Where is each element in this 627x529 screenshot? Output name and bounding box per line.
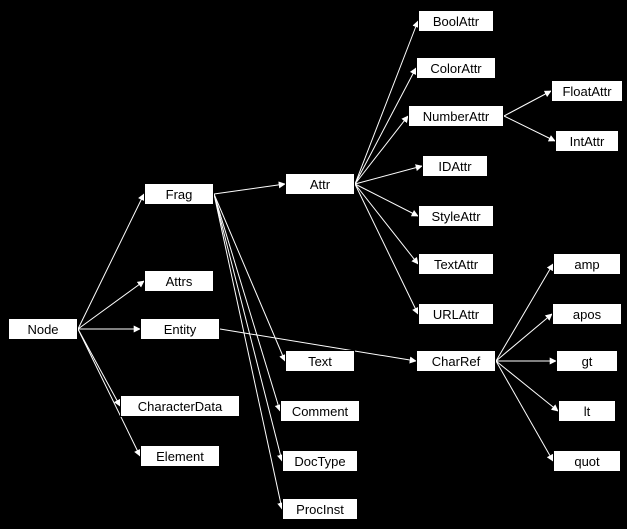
node-apos: apos (552, 303, 622, 325)
node-docType: DocType (282, 450, 358, 472)
node-procInst: ProcInst (282, 498, 358, 520)
node-charRef: CharRef (416, 350, 496, 372)
node-idAttr: IDAttr (422, 155, 488, 177)
node-floatAttr: FloatAttr (551, 80, 623, 102)
node-colorAttr: ColorAttr (416, 57, 496, 79)
node-attrs: Attrs (144, 270, 214, 292)
node-quot: quot (553, 450, 621, 472)
node-entity: Entity (140, 318, 220, 340)
node-element: Element (140, 445, 220, 467)
node-node: Node (8, 318, 78, 340)
node-amp: amp (553, 253, 621, 275)
node-gt: gt (556, 350, 618, 372)
node-characterData: CharacterData (120, 395, 240, 417)
node-urlAttr: URLAttr (418, 303, 494, 325)
node-intAttr: IntAttr (555, 130, 619, 152)
node-text: Text (285, 350, 355, 372)
node-lt: lt (558, 400, 616, 422)
node-boolAttr: BoolAttr (418, 10, 494, 32)
node-textAttr: TextAttr (418, 253, 494, 275)
node-attr: Attr (285, 173, 355, 195)
node-styleAttr: StyleAttr (418, 205, 494, 227)
node-numberAttr: NumberAttr (408, 105, 504, 127)
node-frag: Frag (144, 183, 214, 205)
node-comment: Comment (280, 400, 360, 422)
